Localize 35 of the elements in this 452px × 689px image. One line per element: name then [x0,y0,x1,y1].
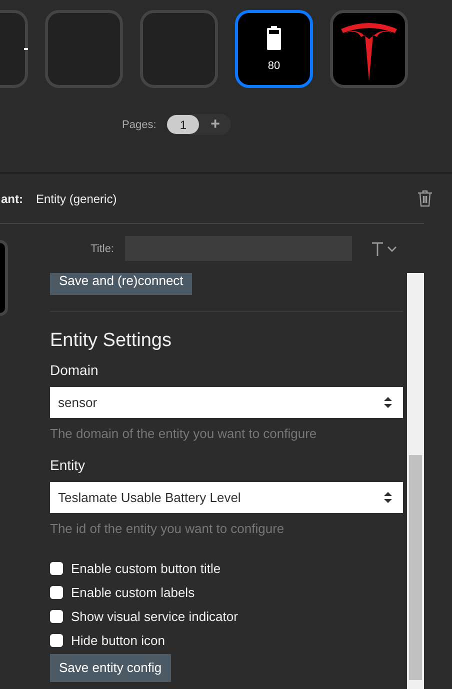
key-label: 80 [268,60,280,72]
sort-arrows-icon [384,492,392,503]
connect-button[interactable]: Save and (re)connect [50,273,192,295]
battery-icon [267,26,281,50]
checkbox-label: Enable custom button title [71,560,221,576]
checkbox[interactable] [50,634,63,646]
title-label: Title: [90,242,114,254]
add-page-button[interactable]: + [199,116,232,134]
scrollbar[interactable] [407,273,424,689]
save-entity-button[interactable]: Save entity config [50,654,171,682]
field-label: Entity [50,457,86,473]
checkbox[interactable] [50,610,63,622]
trash-icon [418,190,432,207]
deck-key[interactable]: 80 [235,10,313,88]
checkbox-label: Show visual service indicator [71,608,238,624]
help-text: The id of the entity you want to configure [50,521,286,536]
help-text: The domain of the entity you want to configure [50,426,318,441]
t-logo-icon [341,23,397,81]
checkbox-label: Hide button icon [71,632,165,648]
dash-icon [24,48,28,50]
select-field[interactable]: sensor [50,387,403,418]
section-heading: Entity Settings [50,330,172,352]
deck-key[interactable] [0,240,8,316]
page-button[interactable]: 1 [167,115,200,134]
action-value: Entity (generic) [36,192,118,206]
checkbox[interactable] [50,586,63,598]
text-format-icon [372,242,398,256]
select-field[interactable]: Teslamate Usable Battery Level [50,482,403,513]
checkbox-label: Enable custom labels [71,584,195,600]
action-label: ant: [1,192,23,206]
sort-arrows-icon [384,397,392,408]
checkbox[interactable] [50,562,63,574]
field-label: Domain [50,362,100,378]
deck-key[interactable] [330,10,408,88]
pages-label: Pages: [122,118,156,130]
